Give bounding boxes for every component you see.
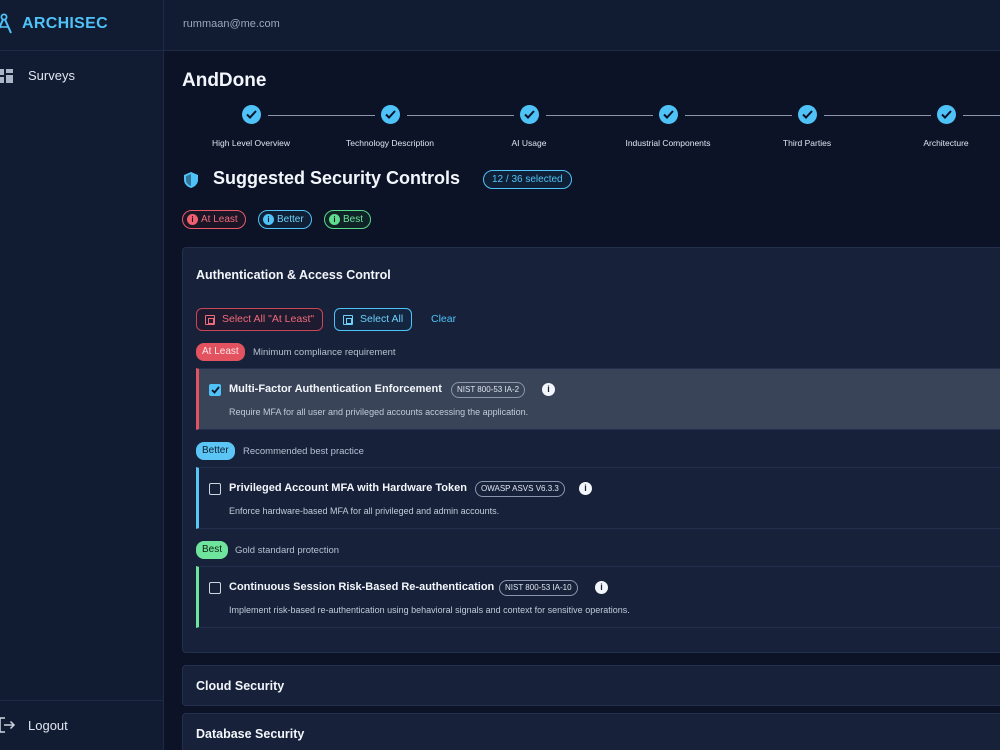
check-icon (520, 105, 539, 124)
category-panel-database-security[interactable]: Database Security (182, 713, 1000, 750)
legend-label: Better (277, 214, 304, 225)
check-icon (937, 105, 956, 124)
control-checkbox[interactable] (209, 582, 221, 594)
info-icon[interactable]: i (542, 383, 555, 396)
step-label: Architecture (923, 138, 969, 148)
control-item[interactable]: Privileged Account MFA with Hardware Tok… (196, 467, 1000, 529)
tier-tag-best: Best (196, 541, 229, 559)
select-all-icon (343, 315, 353, 325)
select-all-icon (205, 315, 215, 325)
info-icon: i (187, 214, 198, 225)
info-icon[interactable]: i (579, 482, 592, 495)
brand[interactable]: ARCHISEC (0, 0, 164, 51)
step-label: AI Usage (511, 138, 547, 148)
select-all-button[interactable]: Select All (334, 308, 413, 331)
selected-count-badge: 12 / 36 selected (483, 170, 572, 189)
legend-at-least: i At Least (182, 210, 246, 229)
step-ai-usage[interactable]: AI Usage (464, 103, 594, 153)
step-industrial-components[interactable]: Industrial Components (603, 103, 733, 153)
control-description: Require MFA for all user and privileged … (229, 407, 529, 417)
check-icon (798, 105, 817, 124)
step-label: Industrial Components (625, 138, 711, 148)
control-checkbox[interactable] (209, 384, 221, 396)
info-icon: i (263, 214, 274, 225)
sidebar-item-surveys[interactable]: Surveys (0, 60, 164, 92)
button-label: Select All (360, 313, 404, 325)
legend-label: Best (343, 214, 364, 225)
logout-button[interactable]: Logout (0, 700, 164, 750)
tier-description: Minimum compliance requirement (253, 347, 396, 358)
clear-button[interactable]: Clear (431, 313, 456, 325)
user-email: rummaan@me.com (183, 18, 280, 30)
info-icon[interactable]: i (595, 581, 608, 594)
check-icon (381, 105, 400, 124)
control-description: Enforce hardware-based MFA for all privi… (229, 506, 500, 516)
legend-best: i Best (324, 210, 372, 229)
control-title: Multi-Factor Authentication Enforcement (229, 383, 442, 395)
control-reference-badge: OWASP ASVS V6.3.3 (475, 481, 565, 497)
button-label: Select All "At Least" (222, 313, 315, 325)
tier-tag-at-least: At Least (196, 343, 245, 361)
section-title: Suggested Security Controls (213, 168, 461, 188)
tier-description: Gold standard protection (235, 545, 340, 556)
brand-name: ARCHISEC (22, 15, 108, 32)
control-title: Continuous Session Risk-Based Re-authent… (229, 581, 495, 593)
control-checkbox[interactable] (209, 483, 221, 495)
step-label: Third Parties (782, 138, 832, 148)
logout-label: Logout (28, 718, 68, 733)
control-description: Implement risk-based re-authentication u… (229, 605, 630, 615)
logout-icon (0, 717, 16, 733)
step-label: High Level Overview (212, 138, 290, 148)
control-reference-badge: NIST 800-53 IA-10 (499, 580, 578, 596)
grid-icon (0, 69, 13, 83)
step-high-level-overview[interactable]: High Level Overview (186, 103, 316, 153)
check-icon (242, 105, 261, 124)
shield-icon (184, 172, 198, 188)
tier-description: Recommended best practice (243, 446, 364, 457)
sidebar: ARCHISEC Surveys Logout (0, 0, 164, 750)
select-all-at-least-button[interactable]: Select All "At Least" (196, 308, 324, 331)
check-icon (659, 105, 678, 124)
legend-label: At Least (201, 214, 238, 225)
tier-tag-better: Better (196, 442, 235, 460)
control-item[interactable]: Continuous Session Risk-Based Re-authent… (196, 566, 1000, 628)
sidebar-item-label: Surveys (28, 68, 75, 83)
top-bar: rummaan@me.com (164, 0, 1000, 51)
panel-title: Cloud Security (196, 679, 285, 693)
control-item[interactable]: Multi-Factor Authentication Enforcement … (196, 368, 1000, 430)
step-label: Technology Description (346, 138, 434, 148)
compass-logo-icon (0, 13, 12, 34)
panel-title: Database Security (196, 727, 305, 741)
page-title: AndDone (182, 70, 267, 91)
control-reference-badge: NIST 800-53 IA-2 (451, 382, 526, 398)
info-icon: i (329, 214, 340, 225)
step-technology-description[interactable]: Technology Description (325, 103, 455, 153)
legend-better: i Better (258, 210, 312, 229)
control-title: Privileged Account MFA with Hardware Tok… (229, 482, 467, 494)
category-panel-authentication: Authentication & Access Control Select A… (182, 247, 1000, 653)
step-architecture[interactable]: Architecture (881, 103, 1000, 153)
step-third-parties[interactable]: Third Parties (742, 103, 872, 153)
category-panel-cloud-security[interactable]: Cloud Security (182, 665, 1000, 706)
progress-stepper: High Level Overview Technology Descripti… (182, 103, 1000, 153)
panel-title[interactable]: Authentication & Access Control (196, 268, 391, 282)
